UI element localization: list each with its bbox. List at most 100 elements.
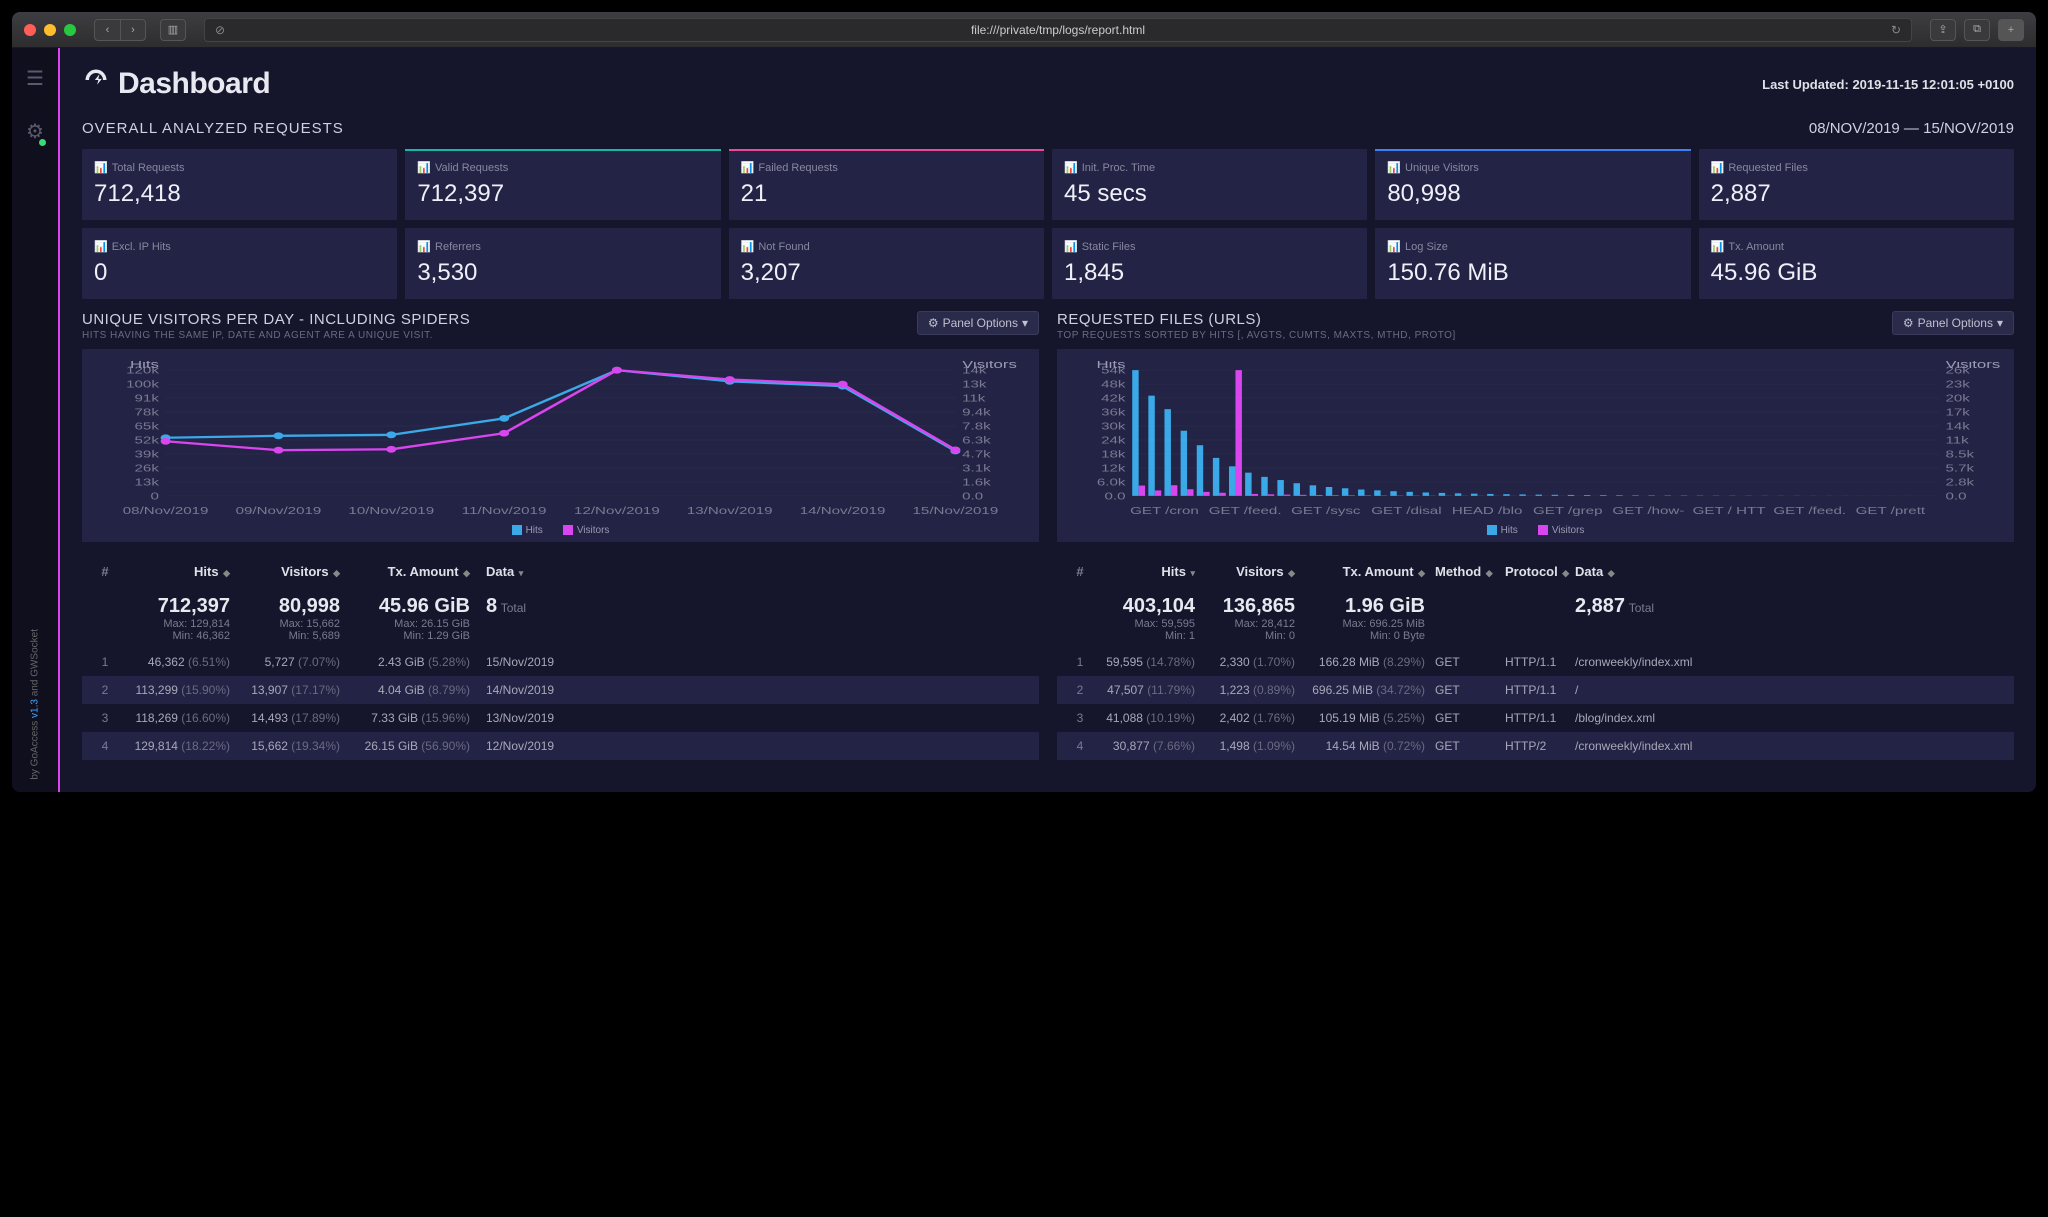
- back-button[interactable]: ‹: [94, 19, 120, 41]
- metrics-grid: 📊 Total Requests 712,418 📊 Valid Requests7…: [82, 149, 2014, 299]
- panel-options-button[interactable]: ⚙ Panel Options ▾: [917, 311, 1039, 335]
- svg-text:17k: 17k: [1946, 406, 1971, 418]
- table-row[interactable]: 1 59,595 (14.78%) 2,330 (1.70%) 166.28 M…: [1057, 648, 2014, 676]
- metric-card: 📊 Total Requests 712,418: [82, 149, 397, 220]
- table-row[interactable]: 4 30,877 (7.66%) 1,498 (1.09%) 14.54 MiB…: [1057, 732, 2014, 760]
- dashboard-icon: [82, 66, 110, 102]
- metric-label: 📊 Unique Visitors: [1387, 161, 1678, 174]
- metric-value: 3,207: [741, 259, 1032, 287]
- table-row[interactable]: 1 46,362 (6.51%) 5,727 (7.07%) 2.43 GiB …: [82, 648, 1039, 676]
- svg-text:GET /prett: GET /prett: [1856, 505, 1926, 517]
- tabs-button[interactable]: ⧉: [1964, 19, 1990, 41]
- sidebar-toggle-button[interactable]: ▥: [160, 19, 186, 41]
- svg-text:42k: 42k: [1101, 392, 1126, 404]
- url-text: file:///private/tmp/logs/report.html: [971, 23, 1145, 37]
- settings-icon[interactable]: ⚙: [26, 119, 44, 144]
- metric-card: 📊 Tx. Amount45.96 GiB: [1699, 228, 2014, 299]
- status-dot: [39, 139, 46, 146]
- svg-text:4.7k: 4.7k: [962, 448, 991, 460]
- svg-text:91k: 91k: [135, 392, 160, 404]
- requests-chart: 0.00.06.0k2.8k12k5.7k18k8.5k24k11k30k14k…: [1057, 349, 2014, 542]
- svg-text:9.4k: 9.4k: [962, 406, 991, 418]
- forward-button[interactable]: ›: [120, 19, 146, 41]
- svg-text:2.8k: 2.8k: [1946, 476, 1975, 488]
- svg-text:100k: 100k: [126, 378, 159, 390]
- requests-panel-title: REQUESTED FILES (URLS): [1057, 311, 1456, 328]
- svg-text:8.5k: 8.5k: [1946, 448, 1975, 460]
- url-bar[interactable]: ⊘ file:///private/tmp/logs/report.html ↻: [204, 18, 1912, 42]
- new-tab-button[interactable]: +: [1998, 19, 2024, 41]
- svg-text:GET /disal: GET /disal: [1371, 505, 1441, 517]
- panels: UNIQUE VISITORS PER DAY - INCLUDING SPID…: [82, 311, 2014, 760]
- table-row[interactable]: 3 118,269 (16.60%) 14,493 (17.89%) 7.33 …: [82, 704, 1039, 732]
- panel-options-button[interactable]: ⚙ Panel Options ▾: [1892, 311, 2014, 335]
- bars-icon: 📊: [1711, 240, 1725, 253]
- metric-label: 📊 Not Found: [741, 240, 1032, 253]
- svg-text:13k: 13k: [962, 378, 987, 390]
- bars-icon: 📊: [1387, 161, 1401, 174]
- minimize-window-button[interactable]: [44, 24, 56, 36]
- svg-text:65k: 65k: [135, 420, 160, 432]
- overview-header: OVERALL ANALYZED REQUESTS 08/NOV/2019 — …: [82, 120, 2014, 137]
- menu-icon[interactable]: ☰: [26, 66, 44, 91]
- svg-text:6.0k: 6.0k: [1097, 476, 1126, 488]
- metric-card: 📊 Not Found 3,207: [729, 228, 1044, 299]
- window-controls: [24, 24, 76, 36]
- svg-text:3.1k: 3.1k: [962, 462, 991, 474]
- metric-value: 712,397: [417, 180, 708, 208]
- sidebar: ☰ ⚙ by GoAccess v1.3 and GWSocket: [12, 48, 58, 792]
- browser-window: ‹ › ▥ ⊘ file:///private/tmp/logs/report.…: [12, 12, 2036, 792]
- svg-text:GET / HTT: GET / HTT: [1693, 505, 1766, 517]
- metric-value: 712,418: [94, 180, 385, 208]
- metric-value: 2,887: [1711, 180, 2002, 208]
- svg-text:11/Nov/2019: 11/Nov/2019: [462, 505, 547, 517]
- page-header: Dashboard Last Updated: 2019-11-15 12:01…: [82, 66, 2014, 102]
- svg-text:7.8k: 7.8k: [962, 420, 991, 432]
- bars-icon: 📊: [741, 161, 755, 174]
- svg-text:0: 0: [150, 490, 158, 502]
- table-row[interactable]: 2 47,507 (11.79%) 1,223 (0.89%) 696.25 M…: [1057, 676, 2014, 704]
- last-updated: Last Updated: 2019-11-15 12:01:05 +0100: [1762, 77, 2014, 92]
- table-row[interactable]: 2 113,299 (15.90%) 13,907 (17.17%) 4.04 …: [82, 676, 1039, 704]
- metric-label: 📊 Total Requests: [94, 161, 385, 174]
- table-row[interactable]: 3 41,088 (10.19%) 2,402 (1.76%) 105.19 M…: [1057, 704, 2014, 732]
- svg-text:GET /grep: GET /grep: [1533, 505, 1602, 517]
- svg-text:10/Nov/2019: 10/Nov/2019: [348, 505, 434, 517]
- metric-value: 1,845: [1064, 259, 1355, 287]
- metric-label: 📊 Failed Requests: [741, 161, 1032, 174]
- table-header: # Hits ◆ Visitors ◆ Tx. Amount ◆ Data ▾: [82, 554, 1039, 589]
- svg-text:39k: 39k: [135, 448, 160, 460]
- svg-text:0.0: 0.0: [962, 490, 983, 502]
- table-row[interactable]: 4 129,814 (18.22%) 15,662 (19.34%) 26.15…: [82, 732, 1039, 760]
- visitors-panel-title: UNIQUE VISITORS PER DAY - INCLUDING SPID…: [82, 311, 470, 328]
- share-button[interactable]: ⇪: [1930, 19, 1956, 41]
- bars-icon: 📊: [94, 161, 108, 174]
- svg-text:78k: 78k: [135, 406, 160, 418]
- date-range: 08/NOV/2019 — 15/NOV/2019: [1809, 120, 2014, 137]
- svg-text:15/Nov/2019: 15/Nov/2019: [913, 505, 999, 517]
- browser-titlebar: ‹ › ▥ ⊘ file:///private/tmp/logs/report.…: [12, 12, 2036, 48]
- svg-text:HEAD /blo: HEAD /blo: [1452, 505, 1523, 517]
- svg-text:09/Nov/2019: 09/Nov/2019: [236, 505, 322, 517]
- svg-text:13k: 13k: [135, 476, 160, 488]
- metric-card: 📊 Valid Requests712,397: [405, 149, 720, 220]
- requests-panel: REQUESTED FILES (URLS) TOP REQUESTS SORT…: [1057, 311, 2014, 760]
- svg-text:26k: 26k: [135, 462, 160, 474]
- bars-icon: 📊: [417, 161, 431, 174]
- metric-label: 📊 Init. Proc. Time: [1064, 161, 1355, 174]
- svg-text:0.0: 0.0: [1946, 490, 1967, 502]
- metric-label: 📊 Log Size: [1387, 240, 1678, 253]
- reload-icon[interactable]: ↻: [1891, 23, 1901, 37]
- svg-text:18k: 18k: [1101, 448, 1126, 460]
- svg-text:23k: 23k: [1946, 378, 1971, 390]
- svg-text:GET /cron: GET /cron: [1130, 505, 1199, 517]
- bars-icon: 📊: [417, 240, 431, 253]
- svg-text:08/Nov/2019: 08/Nov/2019: [123, 505, 209, 517]
- metric-value: 0: [94, 259, 385, 287]
- svg-text:6.3k: 6.3k: [962, 434, 991, 446]
- svg-text:30k: 30k: [1101, 420, 1126, 432]
- maximize-window-button[interactable]: [64, 24, 76, 36]
- close-window-button[interactable]: [24, 24, 36, 36]
- svg-text:5.7k: 5.7k: [1946, 462, 1975, 474]
- metric-label: 📊 Referrers: [417, 240, 708, 253]
